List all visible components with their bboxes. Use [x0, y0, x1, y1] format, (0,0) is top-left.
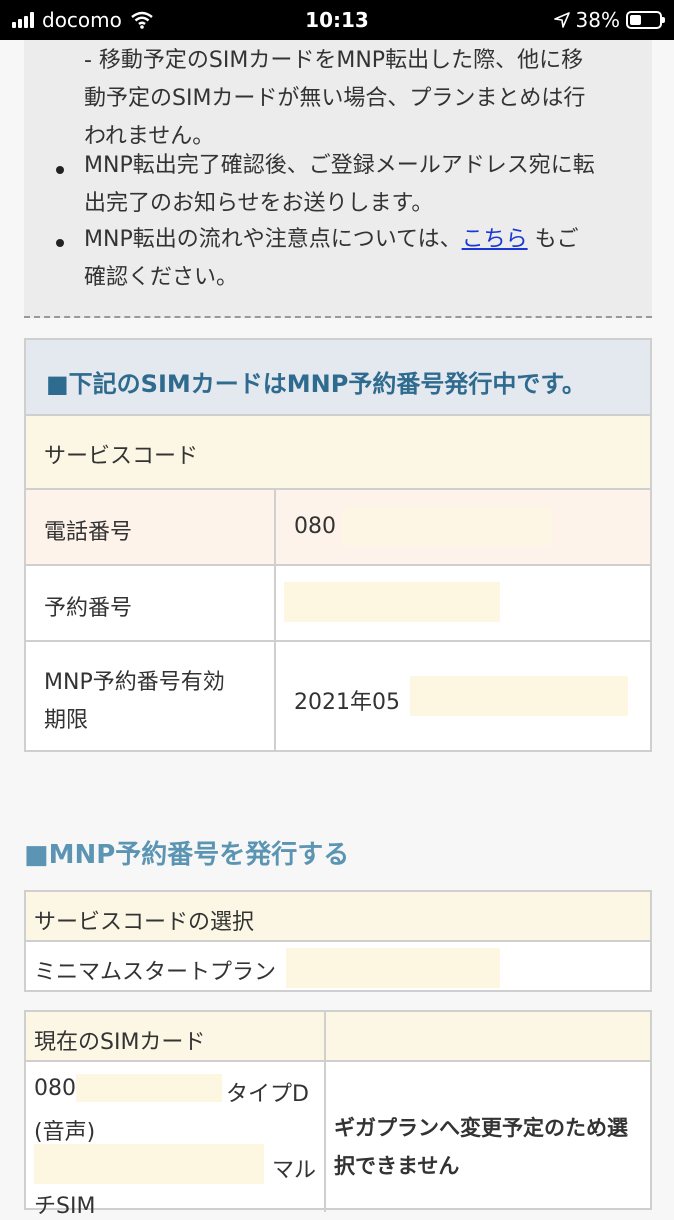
note-text: - 移動予定のSIMカードをMNP転出した際、他に移	[84, 48, 584, 73]
service-option-row[interactable]: ミニマムスタートプラン	[26, 942, 650, 990]
sim-multi-cont: チSIM	[34, 1194, 96, 1219]
status-right: 38%	[553, 8, 665, 32]
bullet-icon	[56, 239, 64, 247]
sim-status-cell: ギガプランへ変更予定のため選 択できません	[326, 1062, 650, 1212]
note-text: 動予定のSIMカードが無い場合、プランまとめは行	[84, 86, 586, 111]
service-code-table: サービスコードの選択 ミニマムスタートプラン	[24, 890, 652, 992]
note-text-segment: MNP転出の流れや注意点については、	[84, 227, 462, 252]
expiry-value: 2021年05	[294, 690, 400, 715]
note-text-segment: もご	[534, 227, 579, 252]
unavailable-notice: ギガプランへ変更予定のため選	[334, 1116, 628, 1140]
service-code-row: サービスコード	[26, 416, 650, 488]
service-option-label: ミニマムスタートプラン	[34, 960, 277, 985]
location-arrow-icon	[553, 12, 570, 28]
battery-percent: 38%	[575, 8, 620, 32]
reservation-table: ■下記のSIMカードはMNP予約番号発行中です。 サービスコード 電話番号 08…	[24, 338, 652, 752]
note-text: 確認ください。	[84, 265, 239, 290]
table-header: 現在のSIMカード	[26, 1012, 650, 1060]
redaction-mask	[286, 948, 500, 988]
phone-label: 電話番号	[44, 520, 133, 545]
reservation-number-label: 予約番号	[44, 596, 133, 621]
reservation-table-title: ■下記のSIMカードはMNP予約番号発行中です。	[46, 370, 586, 398]
status-bar: docomo 10:13 38%	[0, 0, 674, 40]
note-text: 出完了のお知らせをお送りします。	[84, 191, 434, 216]
redaction-mask	[34, 1144, 264, 1184]
table-header: ■下記のSIMカードはMNP予約番号発行中です。	[26, 340, 650, 414]
note-text: MNP転出の流れや注意点については、こちら もご	[84, 221, 579, 258]
phone-row: 電話番号 080	[26, 490, 650, 564]
expiry-label: MNP予約番号有効	[44, 670, 225, 695]
redaction-mask	[342, 506, 552, 546]
expiry-label: 期限	[44, 708, 89, 733]
current-sim-table: 現在のSIMカード 080 タイプD (音声) マル チSIM ギガプランへ変更…	[24, 1010, 652, 1219]
bullet-icon	[56, 166, 64, 174]
service-select-header: サービスコードの選択	[34, 910, 255, 935]
sim-type: タイプD	[226, 1082, 309, 1107]
table-header: サービスコードの選択	[26, 892, 650, 940]
sim-voice: (音声)	[34, 1120, 96, 1145]
redaction-mask	[284, 582, 500, 622]
unavailable-notice: 択できません	[334, 1154, 460, 1178]
service-code-label: サービスコード	[44, 444, 199, 469]
redaction-mask	[76, 1074, 222, 1102]
note-text: MNP転出完了確認後、ご登録メールアドレス宛に転	[84, 153, 595, 178]
notes-box: - 移動予定のSIMカードをMNP転出した際、他に移 動予定のSIMカードが無い…	[24, 40, 652, 318]
here-link[interactable]: こちら	[462, 227, 528, 252]
phone-value: 080	[294, 514, 336, 539]
reservation-number-row: 予約番号	[26, 566, 650, 640]
battery-icon	[626, 11, 665, 29]
redaction-mask	[410, 676, 628, 716]
issue-section-title: ■MNP予約番号を発行する	[24, 840, 350, 870]
expiry-row: MNP予約番号有効 期限 2021年05	[26, 642, 650, 750]
sim-multi: マル	[272, 1158, 317, 1183]
sim-number-prefix: 080	[34, 1076, 76, 1101]
current-sim-header: 現在のSIMカード	[34, 1030, 206, 1055]
sim-card-cell: 080 タイプD (音声) マル チSIM	[26, 1062, 324, 1219]
